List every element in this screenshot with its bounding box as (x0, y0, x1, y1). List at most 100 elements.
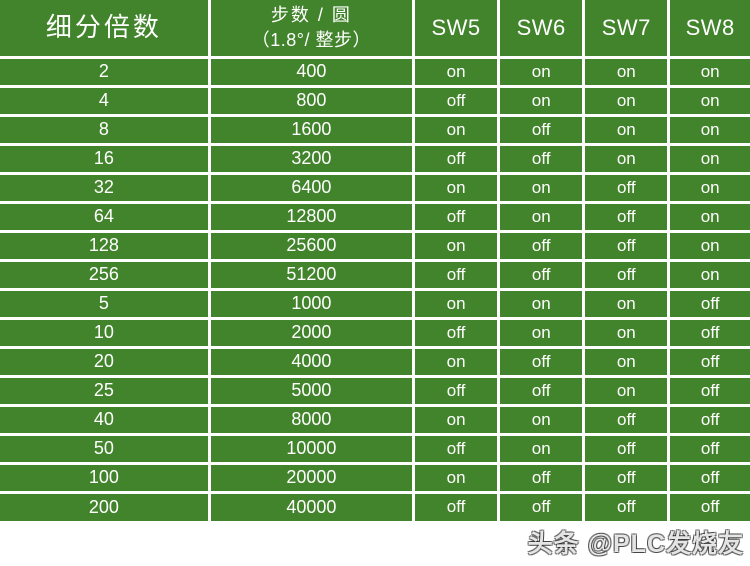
cell-steps-per-revolution: 3200 (209, 144, 416, 175)
cell-microstep: 25 (0, 376, 211, 407)
cell-sw6: off (498, 231, 586, 262)
cell-steps-per-revolution: 1000 (209, 289, 416, 320)
cell-steps-per-revolution: 5000 (209, 376, 416, 407)
cell-sw7: off (583, 260, 671, 291)
table-row: 8 1600 on off on on (0, 115, 750, 146)
cell-sw5: off (413, 492, 501, 521)
cell-sw8: on (668, 115, 750, 146)
table-row: 256 51200 off off off on (0, 260, 750, 291)
cell-sw6: on (498, 57, 586, 88)
cell-sw5: on (413, 405, 501, 436)
header-row: 细分倍数 步数 / 圆 （1.8°/ 整步） SW5 SW6 SW7 SW8 (0, 0, 750, 59)
cell-sw8: off (668, 434, 750, 465)
cell-steps-per-revolution: 40000 (209, 492, 416, 521)
table-row: 128 25600 on off off on (0, 231, 750, 262)
table-body: 2 400 on on on on 4 800 off on on on 8 1600 on off on on 1… (0, 57, 750, 521)
microstep-table-container: 细分倍数 步数 / 圆 （1.8°/ 整步） SW5 SW6 SW7 SW8 2… (0, 0, 750, 566)
cell-sw8: on (668, 144, 750, 175)
cell-sw8: on (668, 86, 750, 117)
cell-sw6: on (498, 405, 586, 436)
cell-sw6: off (498, 260, 586, 291)
cell-sw8: off (668, 376, 750, 407)
table-row: 25 5000 off off on off (0, 376, 750, 407)
table-row: 100 20000 on off off off (0, 463, 750, 494)
table-row: 50 10000 off on off off (0, 434, 750, 465)
cell-sw5: off (413, 260, 501, 291)
cell-steps-per-revolution: 8000 (209, 405, 416, 436)
table-row: 40 8000 on on off off (0, 405, 750, 436)
column-header-steps-per-revolution: 步数 / 圆 （1.8°/ 整步） (209, 0, 416, 59)
column-header-sw7: SW7 (583, 0, 671, 59)
cell-steps-per-revolution: 400 (209, 57, 416, 88)
cell-sw7: off (583, 405, 671, 436)
cell-steps-per-revolution: 10000 (209, 434, 416, 465)
cell-sw6: off (498, 492, 586, 521)
cell-sw8: off (668, 347, 750, 378)
cell-sw5: off (413, 202, 501, 233)
cell-sw5: on (413, 463, 501, 494)
cell-sw8: off (668, 289, 750, 320)
cell-steps-per-revolution: 6400 (209, 173, 416, 204)
cell-sw6: off (498, 144, 586, 175)
cell-sw5: off (413, 434, 501, 465)
cell-sw7: off (583, 202, 671, 233)
table-row: 20 4000 on off on off (0, 347, 750, 378)
table-row: 2 400 on on on on (0, 57, 750, 88)
cell-sw6: off (498, 376, 586, 407)
table-header: 细分倍数 步数 / 圆 （1.8°/ 整步） SW5 SW6 SW7 SW8 (0, 0, 750, 59)
cell-sw5: on (413, 347, 501, 378)
cell-sw7: off (583, 231, 671, 262)
cell-steps-per-revolution: 800 (209, 86, 416, 117)
cell-sw7: on (583, 376, 671, 407)
cell-microstep: 128 (0, 231, 211, 262)
steps-header-line1: 步数 / 圆 (270, 5, 352, 26)
cell-microstep: 50 (0, 434, 211, 465)
cell-sw5: on (413, 115, 501, 146)
column-header-sw5: SW5 (413, 0, 501, 59)
watermark-text: 头条 @PLC发烧友 (527, 530, 744, 558)
cell-steps-per-revolution: 2000 (209, 318, 416, 349)
column-header-sw8: SW8 (668, 0, 750, 59)
cell-microstep: 64 (0, 202, 211, 233)
cell-microstep: 4 (0, 86, 211, 117)
cell-sw7: on (583, 144, 671, 175)
cell-microstep: 10 (0, 318, 211, 349)
cell-sw5: on (413, 57, 501, 88)
cell-microstep: 100 (0, 463, 211, 494)
steps-header-line2: （1.8°/ 整步） (251, 29, 372, 50)
cell-sw7: on (583, 57, 671, 88)
table-row: 32 6400 on on off on (0, 173, 750, 204)
cell-sw5: on (413, 231, 501, 262)
cell-sw7: off (583, 434, 671, 465)
cell-steps-per-revolution: 12800 (209, 202, 416, 233)
cell-microstep: 8 (0, 115, 211, 146)
table-row: 5 1000 on on on off (0, 289, 750, 320)
cell-sw6: on (498, 434, 586, 465)
cell-steps-per-revolution: 20000 (209, 463, 416, 494)
cell-steps-per-revolution: 51200 (209, 260, 416, 291)
cell-sw6: on (498, 202, 586, 233)
cell-sw5: off (413, 86, 501, 117)
table-row: 64 12800 off on off on (0, 202, 750, 233)
cell-sw7: off (583, 492, 671, 521)
cell-sw7: off (583, 463, 671, 494)
cell-microstep: 200 (0, 492, 211, 521)
cell-sw8: on (668, 260, 750, 291)
cell-sw8: on (668, 231, 750, 262)
cell-sw6: on (498, 173, 586, 204)
cell-sw6: off (498, 463, 586, 494)
cell-sw7: on (583, 115, 671, 146)
cell-sw7: on (583, 347, 671, 378)
cell-microstep: 256 (0, 260, 211, 291)
cell-microstep: 32 (0, 173, 211, 204)
cell-microstep: 16 (0, 144, 211, 175)
cell-sw7: off (583, 173, 671, 204)
cell-sw8: off (668, 318, 750, 349)
cell-sw5: off (413, 318, 501, 349)
cell-sw5: off (413, 144, 501, 175)
cell-sw6: off (498, 115, 586, 146)
cell-sw5: on (413, 289, 501, 320)
cell-sw6: on (498, 86, 586, 117)
cell-microstep: 2 (0, 57, 211, 88)
cell-sw6: off (498, 347, 586, 378)
